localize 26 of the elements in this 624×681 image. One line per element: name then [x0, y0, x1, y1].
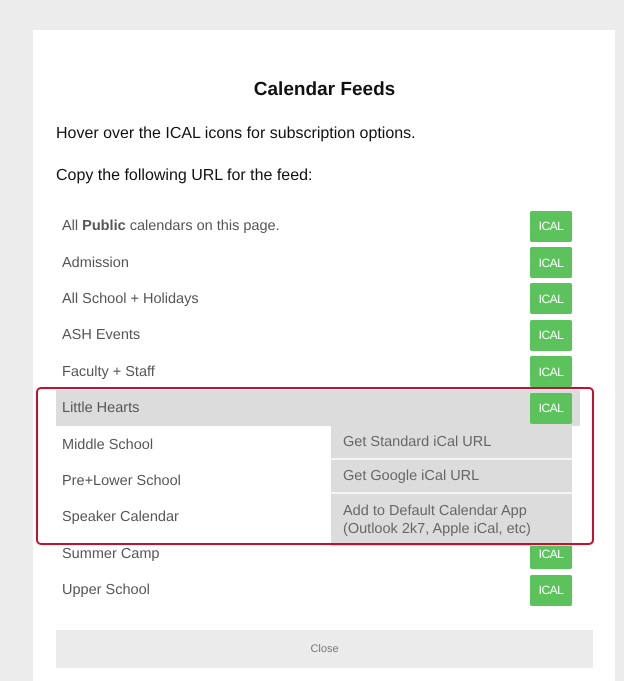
- feed-name[interactable]: Middle School: [62, 436, 154, 453]
- feed-name[interactable]: Speaker Calendar: [62, 509, 179, 526]
- ical-button[interactable]: ICAL: [530, 392, 572, 424]
- feed-name[interactable]: Pre+Lower School: [62, 472, 181, 489]
- feed-name[interactable]: Admission: [62, 254, 129, 271]
- close-button[interactable]: Close: [56, 630, 593, 668]
- menu-item[interactable]: Get Google iCal URL: [331, 460, 572, 492]
- feed-row[interactable]: Little Hearts ICAL: [56, 390, 580, 426]
- ical-button[interactable]: ICAL: [530, 210, 572, 242]
- feed-name[interactable]: Summer Camp: [62, 546, 160, 562]
- feed-name[interactable]: ASH Events: [62, 327, 140, 344]
- instruction-text: Hover over the ICAL icons for subscription options.: [56, 124, 417, 144]
- feed-name[interactable]: All Public calendars on this page.: [62, 218, 280, 234]
- ical-button[interactable]: ICAL: [530, 356, 572, 388]
- menu-item[interactable]: Add to Default Calendar App (Outlook 2k7, Apple iCal, etc): [331, 494, 572, 546]
- feed-name: Little Hearts: [62, 400, 140, 416]
- instruction-text: Copy the following URL for the feed:: [56, 166, 314, 186]
- ical-button[interactable]: ICAL: [530, 574, 572, 606]
- ical-button[interactable]: ICAL: [530, 283, 572, 314]
- dialog-title: Calendar Feeds: [252, 78, 396, 102]
- feed-name[interactable]: Upper School: [62, 582, 150, 598]
- feed-name[interactable]: Faculty + Staff: [62, 364, 155, 380]
- ical-button[interactable]: ICAL: [530, 320, 572, 351]
- ical-button[interactable]: ICAL: [530, 247, 572, 278]
- menu-item[interactable]: Get Standard iCal URL: [331, 426, 572, 458]
- feed-name[interactable]: All School + Holidays: [62, 290, 199, 307]
